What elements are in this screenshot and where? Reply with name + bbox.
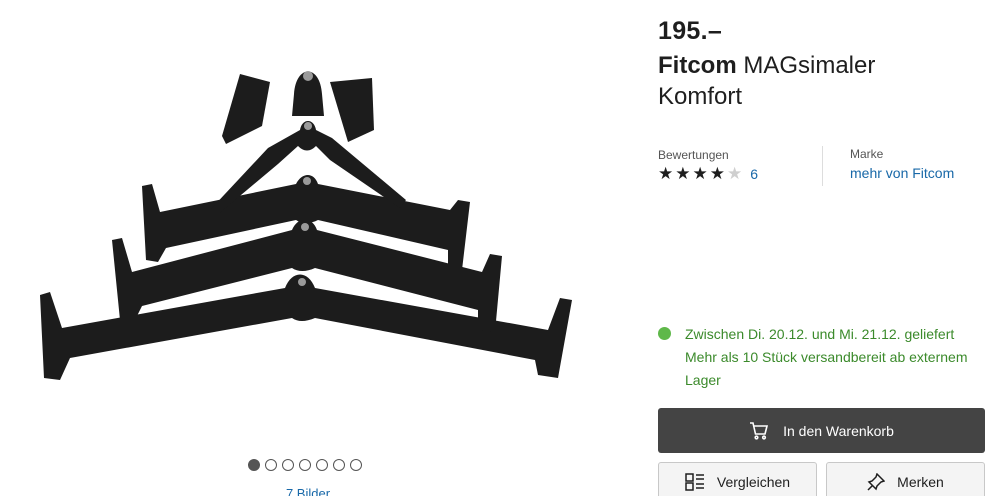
product-title: Fitcom MAGsimaler Komfort xyxy=(658,50,958,112)
ring-small xyxy=(303,177,311,185)
ring-top xyxy=(303,71,313,81)
brand-label: Marke xyxy=(850,147,884,161)
star-filled-icon: ★ xyxy=(658,164,674,183)
compare-icon xyxy=(685,473,705,491)
gallery-dot[interactable] xyxy=(265,459,277,471)
gallery-dot[interactable] xyxy=(248,459,260,471)
pin-icon xyxy=(867,473,886,491)
product-gallery: 7 Bilder xyxy=(0,0,620,496)
ring-medium xyxy=(301,223,309,231)
ring-large xyxy=(298,278,306,286)
delivery-date: Zwischen Di. 20.12. und Mi. 21.12. gelie… xyxy=(685,326,955,342)
compare-button[interactable]: Vergleichen xyxy=(658,462,817,496)
delivery-text: Zwischen Di. 20.12. und Mi. 21.12. gelie… xyxy=(685,323,988,392)
delivery-info: Zwischen Di. 20.12. und Mi. 21.12. gelie… xyxy=(658,323,988,392)
add-to-cart-label: In den Warenkorb xyxy=(783,422,894,439)
star-filled-icon: ★ xyxy=(692,164,708,183)
star-empty-icon: ★ xyxy=(727,164,743,183)
stock-info: Mehr als 10 Stück versandbereit ab exter… xyxy=(685,349,968,388)
gallery-dot[interactable] xyxy=(299,459,311,471)
gallery-dot[interactable] xyxy=(350,459,362,471)
gallery-dot[interactable] xyxy=(282,459,294,471)
product-info: 195.– Fitcom MAGsimaler Komfort Bewertun… xyxy=(658,0,988,496)
handle-v-grip-right xyxy=(330,78,374,142)
ring-v xyxy=(304,122,312,130)
rating-block: Bewertungen ★ ★ ★ ★ ★ 6 xyxy=(658,148,758,183)
rating-label: Bewertungen xyxy=(658,148,729,162)
availability-status-dot xyxy=(658,327,671,340)
brand-link[interactable]: mehr von Fitcom xyxy=(850,165,954,181)
notes-label: Merken xyxy=(897,474,944,490)
brand-block: Marke mehr von Fitcom xyxy=(850,147,954,181)
handle-v-grip-left xyxy=(222,74,270,144)
rating-count-link[interactable]: 6 xyxy=(750,166,758,182)
rating-stars[interactable]: ★ ★ ★ ★ ★ 6 xyxy=(658,165,758,183)
meta-divider xyxy=(822,146,823,186)
gallery-dot[interactable] xyxy=(316,459,328,471)
notes-button[interactable]: Merken xyxy=(826,462,985,496)
image-count-link[interactable]: 7 Bilder xyxy=(248,486,368,496)
gallery-pagination xyxy=(248,459,362,471)
product-price: 195.– xyxy=(658,17,723,45)
star-filled-icon: ★ xyxy=(675,164,691,183)
star-list: ★ ★ ★ ★ ★ xyxy=(658,165,742,183)
gallery-dot[interactable] xyxy=(333,459,345,471)
cart-icon xyxy=(749,421,769,440)
product-image[interactable] xyxy=(30,60,600,400)
product-brand[interactable]: Fitcom xyxy=(658,52,737,79)
add-to-cart-button[interactable]: In den Warenkorb xyxy=(658,408,985,453)
compare-label: Vergleichen xyxy=(716,474,791,490)
star-filled-icon: ★ xyxy=(709,164,725,183)
